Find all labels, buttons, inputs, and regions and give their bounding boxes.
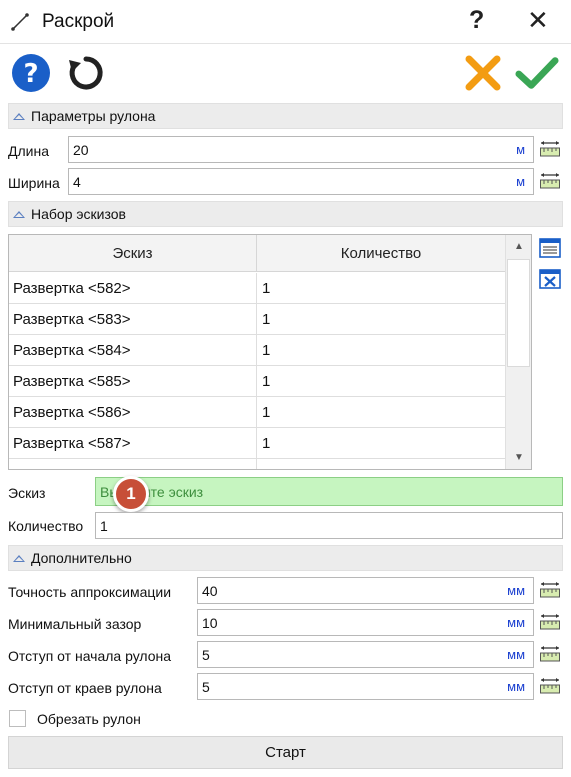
ruler-icon[interactable] — [539, 675, 561, 697]
width-label: Ширина — [8, 175, 60, 191]
min-gap-unit: мм — [507, 615, 525, 630]
cell-quantity: 1 — [262, 310, 271, 328]
accuracy-field[interactable]: 40 мм — [197, 577, 534, 604]
scroll-down-icon[interactable]: ▼ — [506, 446, 531, 468]
cell-sketch: Развертка <585> — [9, 366, 257, 396]
section-roll-params[interactable]: Параметры рулона — [8, 103, 563, 129]
length-value: 20 — [73, 141, 89, 158]
help-button[interactable]: ? — [9, 51, 53, 95]
edge-offset-value: 5 — [202, 678, 210, 695]
section-title: Набор эскизов — [31, 206, 126, 222]
window-help-button[interactable]: ? — [469, 6, 484, 35]
title-bar: Раскрой ? ✕ — [0, 0, 571, 44]
length-field[interactable]: 20 м — [68, 136, 534, 163]
edge-offset-label: Отступ от краев рулона — [8, 680, 162, 696]
trim-roll-checkbox[interactable] — [9, 710, 26, 727]
table-row[interactable]: Развертка <583> 1 — [9, 304, 505, 335]
column-header-sketch[interactable]: Эскиз — [9, 235, 257, 271]
sketch-label: Эскиз — [8, 485, 46, 501]
help-circle-icon: ? — [12, 54, 50, 92]
collapse-triangle-icon — [13, 554, 25, 562]
cell-quantity: 1 — [262, 279, 271, 297]
collapse-triangle-icon — [13, 112, 25, 120]
cancel-button[interactable] — [461, 51, 505, 95]
table-row[interactable]: Развертка <585> 1 — [9, 366, 505, 397]
window-title: Раскрой — [42, 11, 115, 32]
line-segment-icon — [11, 13, 29, 31]
ruler-icon[interactable] — [539, 611, 561, 633]
width-field[interactable]: 4 м — [68, 168, 534, 195]
window-close-button[interactable]: ✕ — [527, 5, 549, 36]
start-offset-label: Отступ от начала рулона — [8, 648, 172, 664]
section-title: Параметры рулона — [31, 108, 156, 124]
cell-quantity: 1 — [262, 372, 271, 390]
scroll-thumb[interactable] — [507, 259, 530, 367]
length-label: Длина — [8, 143, 49, 159]
table-row[interactable]: Развертка <588> 1 — [9, 459, 505, 470]
start-button[interactable]: Старт — [8, 736, 563, 769]
edge-offset-field[interactable]: 5 мм — [197, 673, 534, 700]
section-extra[interactable]: Дополнительно — [8, 545, 563, 571]
cell-sketch: Развертка <586> — [9, 397, 257, 427]
width-value: 4 — [73, 173, 81, 190]
table-row[interactable]: Развертка <584> 1 — [9, 335, 505, 366]
table-scrollbar[interactable]: ▲ ▼ — [505, 235, 531, 469]
svg-text:?: ? — [23, 59, 38, 89]
cell-sketch: Развертка <583> — [9, 304, 257, 334]
step-badge: 1 — [113, 476, 149, 512]
collapse-triangle-icon — [13, 210, 25, 218]
table-row[interactable]: Развертка <582> 1 — [9, 273, 505, 304]
edge-offset-unit: мм — [507, 679, 525, 694]
ok-button[interactable] — [515, 51, 559, 95]
quantity-field[interactable]: 1 — [95, 512, 563, 539]
cell-sketch: Развертка <588> — [9, 459, 257, 469]
section-title: Дополнительно — [31, 550, 132, 566]
ruler-icon[interactable] — [539, 643, 561, 665]
cancel-x-icon — [465, 55, 501, 91]
ruler-icon[interactable] — [539, 170, 561, 192]
table-header: Эскиз Количество — [9, 235, 505, 272]
cell-sketch: Развертка <582> — [9, 273, 257, 303]
quantity-label: Количество — [8, 518, 84, 534]
start-offset-unit: мм — [507, 647, 525, 662]
trim-roll-label: Обрезать рулон — [37, 711, 141, 727]
cell-quantity: 1 — [262, 341, 271, 359]
refresh-icon — [69, 56, 103, 90]
min-gap-value: 10 — [202, 614, 218, 631]
accuracy-value: 40 — [202, 582, 218, 599]
quantity-value: 1 — [100, 517, 108, 534]
sketch-table[interactable]: Эскиз Количество Развертка <582> 1 Разве… — [8, 234, 532, 470]
ruler-icon[interactable] — [539, 579, 561, 601]
min-gap-label: Минимальный зазор — [8, 616, 142, 632]
checkmark-icon — [515, 57, 559, 89]
start-offset-value: 5 — [202, 646, 210, 663]
ruler-icon[interactable] — [539, 138, 561, 160]
remove-sketch-icon[interactable] — [538, 267, 562, 291]
cell-sketch: Развертка <587> — [9, 428, 257, 458]
scroll-up-icon[interactable]: ▲ — [506, 235, 531, 257]
start-offset-field[interactable]: 5 мм — [197, 641, 534, 668]
section-sketch-set[interactable]: Набор эскизов — [8, 201, 563, 227]
cell-quantity: 1 — [257, 459, 505, 470]
add-sketch-icon[interactable] — [538, 236, 562, 260]
cell-sketch: Развертка <584> — [9, 335, 257, 365]
width-unit: м — [516, 174, 525, 189]
cell-quantity: 1 — [262, 434, 271, 452]
table-row[interactable]: Развертка <587> 1 — [9, 428, 505, 459]
refresh-button[interactable] — [64, 51, 108, 95]
accuracy-label: Точность аппроксимации — [8, 584, 172, 600]
table-row[interactable]: Развертка <586> 1 — [9, 397, 505, 428]
column-header-quantity[interactable]: Количество — [257, 235, 505, 271]
min-gap-field[interactable]: 10 мм — [197, 609, 534, 636]
accuracy-unit: мм — [507, 583, 525, 598]
length-unit: м — [516, 142, 525, 157]
sketch-input[interactable]: Выберите эскиз — [95, 477, 563, 506]
cell-quantity: 1 — [262, 403, 271, 421]
